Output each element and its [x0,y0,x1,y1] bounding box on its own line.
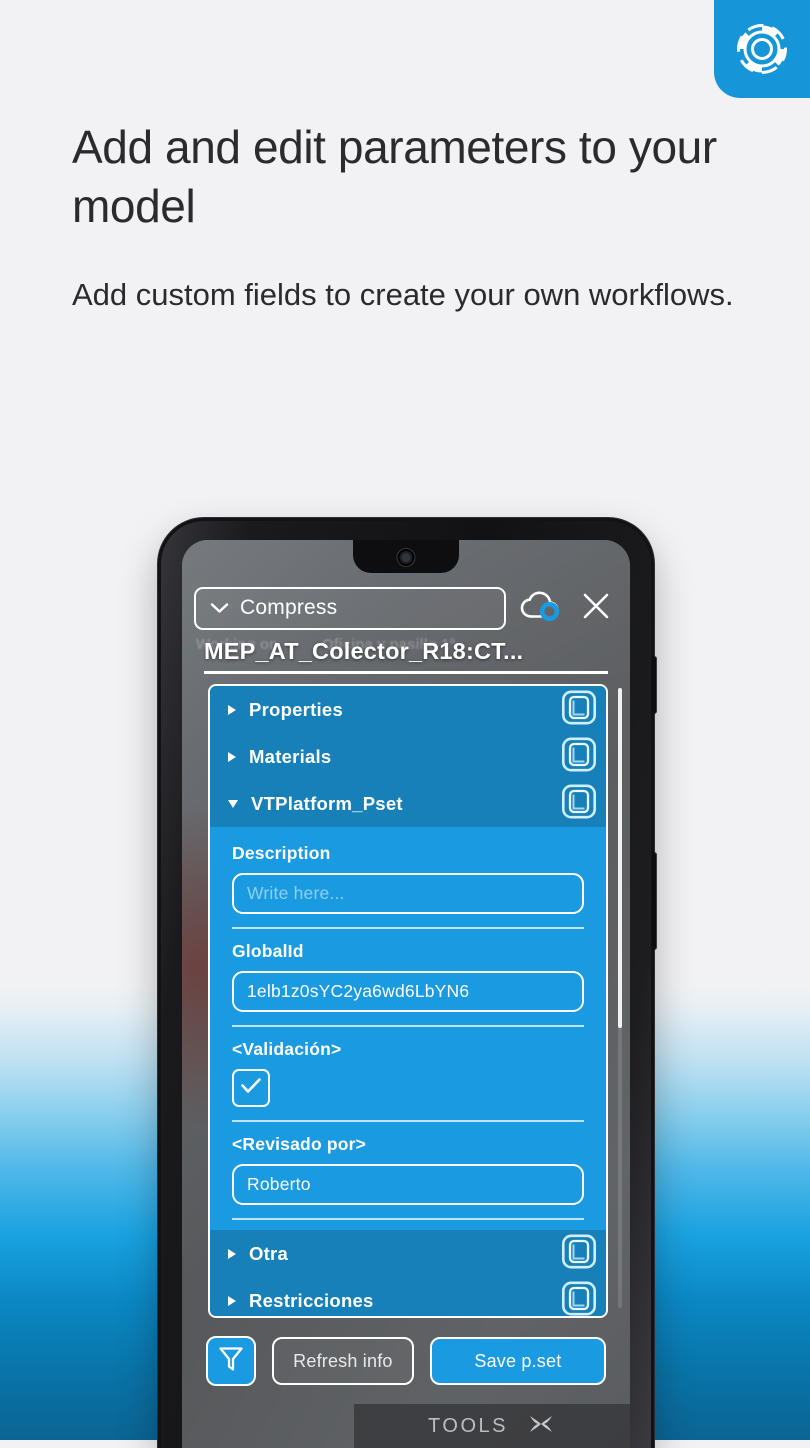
tree-scrollbar-thumb[interactable] [618,688,622,1028]
field-label: Description [232,843,331,863]
concentric-target-icon [732,19,792,79]
caret-right-icon [228,1248,236,1259]
tools-bar[interactable]: TOOLS [354,1404,630,1448]
tree-group-materials[interactable]: Materials [210,733,606,780]
tree-scrollbar[interactable] [618,688,622,1308]
field-description: Description Write here... [210,831,606,914]
tree-group-label: Materials [249,745,332,767]
tree-group-label: VTPlatform_Pset [251,792,403,814]
close-x-icon [581,591,611,626]
field-label: <Revisado por> [232,1134,367,1154]
duplicate-icon[interactable] [561,1280,597,1316]
document-title: MEP_AT_Colector_R18:CT... [204,638,608,674]
page-subtitle: Add custom fields to create your own wor… [72,277,734,312]
tree-group-label: Otra [249,1242,289,1264]
tree-group-vtplatform-pset[interactable]: VTPlatform_Pset [210,780,606,827]
tree-group-label: Restricciones [249,1289,374,1311]
caret-right-icon [228,1295,236,1306]
save-pset-button[interactable]: Save p.set [429,1337,606,1385]
cloud-sync-button[interactable] [516,588,564,628]
field-validacion: <Validación> [210,1027,606,1107]
field-divider [232,1218,584,1220]
field-label: GlobalId [232,941,304,961]
caret-down-icon [228,799,238,808]
caret-right-icon [228,704,236,715]
duplicate-icon[interactable] [561,736,597,777]
checkmark-icon [240,1077,262,1100]
tree-group-properties[interactable]: Properties [210,686,606,733]
phone-screen: Working on Oficina y pasillo 1ª Compress [182,540,630,1448]
front-camera-icon [397,549,415,566]
revisado-por-input[interactable]: Roberto [232,1164,584,1205]
pset-fields-panel: Description Write here... GlobalId 1elb1… [210,827,606,1230]
filter-button[interactable] [206,1336,256,1386]
tree-group-restricciones[interactable]: Restricciones [210,1277,606,1316]
field-label: <Validación> [232,1039,342,1059]
description-input[interactable]: Write here... [232,873,584,914]
duplicate-icon[interactable] [561,689,597,730]
tree-group-otra[interactable]: Otra [210,1230,606,1277]
close-button[interactable] [574,586,618,630]
property-tree: Properties Materials VTPlatform_Pset Des… [208,684,608,1318]
tree-group-label: Properties [249,698,344,720]
phone-volume-button[interactable] [652,852,657,950]
compress-dropdown-value: Compress [240,596,338,619]
phone-power-button[interactable] [652,656,657,714]
duplicate-icon[interactable] [561,783,597,824]
app-topbar: Compress [182,584,630,632]
field-revisado-por: <Revisado por> Roberto [210,1122,606,1205]
app-ui: Working on Oficina y pasillo 1ª Compress [182,540,630,1448]
validacion-checkbox[interactable] [232,1069,270,1107]
tools-star-icon [526,1409,556,1444]
caret-right-icon [228,751,236,762]
compress-dropdown[interactable]: Compress [194,586,506,630]
cloud-sync-icon [520,590,560,626]
page-title: Add and edit parameters to your model [72,121,717,232]
app-bottombar: Refresh info Save p.set [182,1330,630,1392]
brand-logo-tab [714,0,810,98]
refresh-info-button[interactable]: Refresh info [272,1337,414,1385]
globalid-input[interactable]: 1elb1z0sYC2ya6wd6LbYN6 [232,971,584,1012]
field-globalid: GlobalId 1elb1z0sYC2ya6wd6LbYN6 [210,929,606,1012]
chevron-down-icon [210,596,229,620]
phone-mockup: Working on Oficina y pasillo 1ª Compress [158,518,657,1448]
funnel-filter-icon [218,1345,244,1378]
tools-label: TOOLS [428,1414,508,1437]
duplicate-icon[interactable] [561,1233,597,1274]
